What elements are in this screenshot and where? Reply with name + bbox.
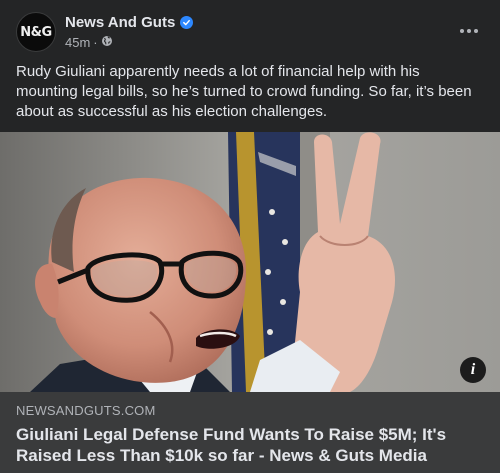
more-dot	[460, 29, 464, 33]
post-timestamp[interactable]: 45m	[65, 35, 90, 50]
post-header: N&G News And Guts 45m ·	[16, 12, 486, 52]
link-preview-image[interactable]: i	[0, 132, 500, 392]
globe-icon[interactable]	[101, 35, 113, 50]
page-avatar[interactable]: N&G	[16, 12, 56, 52]
post-message: Rudy Giuliani apparently needs a lot of …	[16, 63, 472, 120]
avatar-logo-text: N&G	[20, 24, 52, 40]
info-icon[interactable]: i	[460, 357, 486, 383]
link-title[interactable]: Giuliani Legal Defense Fund Wants To Rai…	[16, 424, 486, 466]
post-meta: 45m ·	[65, 35, 113, 50]
more-options-icon[interactable]	[456, 18, 482, 44]
more-dot	[474, 29, 478, 33]
link-domain: NEWSANDGUTS.COM	[16, 403, 156, 418]
verified-badge-icon	[180, 16, 194, 29]
meta-separator: ·	[93, 35, 98, 50]
link-preview-footer[interactable]: NEWSANDGUTS.COM Giuliani Legal Defense F…	[0, 392, 500, 473]
page-name-row: News And Guts	[65, 14, 194, 31]
press-conference-photo	[0, 132, 500, 392]
more-dot	[467, 29, 471, 33]
page-name-link[interactable]: News And Guts	[65, 14, 175, 31]
feed-post-card: N&G News And Guts 45m · Rudy Giuliani ap…	[0, 0, 500, 473]
